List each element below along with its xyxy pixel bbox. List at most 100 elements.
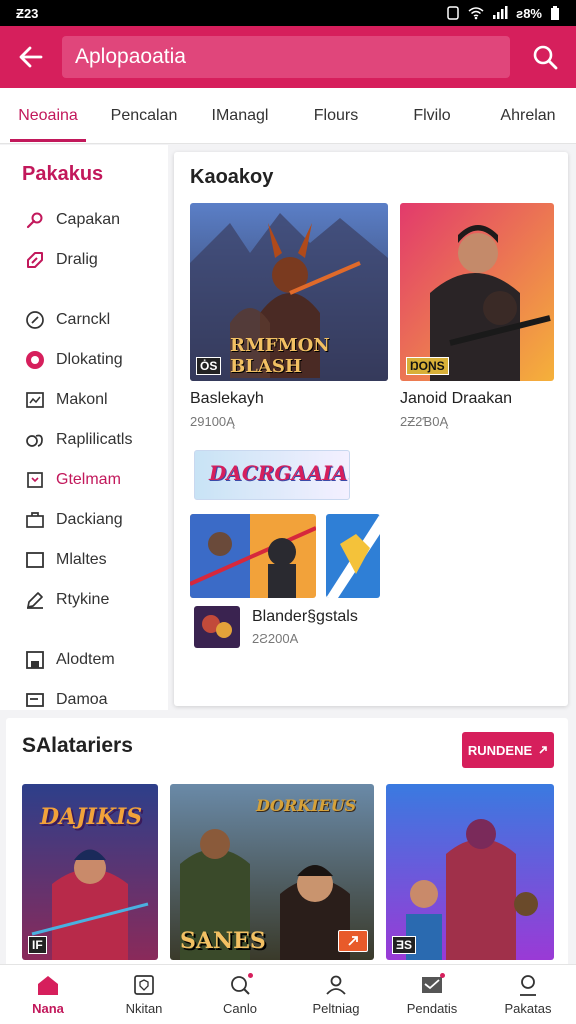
section-tile-2[interactable]: DORKIEUS SANES	[170, 784, 374, 960]
signal-icon	[492, 6, 508, 19]
small-item-art	[194, 606, 240, 648]
game-tile-1[interactable]: RMFMON BLASH ȮS	[190, 203, 388, 381]
link-icon	[24, 429, 46, 451]
square-icon	[24, 549, 46, 571]
nav-item-2[interactable]: Canlo	[192, 965, 288, 1024]
sidebar-item-4[interactable]: Makonl	[0, 380, 168, 420]
section-badge-3: ƎS	[392, 936, 417, 954]
card-icon	[24, 689, 46, 711]
save-icon	[24, 649, 46, 671]
small-item-thumb[interactable]	[194, 606, 240, 648]
nav-item-5[interactable]: Pakatas	[480, 965, 576, 1024]
record-icon	[24, 349, 46, 371]
game-art-3	[190, 514, 316, 598]
nav-label: Peltniag	[312, 1001, 360, 1016]
small-item-name: Blander§ɡstals	[252, 608, 358, 625]
nav-item-1[interactable]: Nkitan	[96, 965, 192, 1024]
game-tile-3[interactable]	[190, 514, 316, 598]
nav-item-home[interactable]: Nana	[0, 965, 96, 1024]
tab-2[interactable]: IManagl	[192, 88, 288, 144]
sidebar-item-label: Rtykine	[56, 591, 110, 608]
section-art-text-2: SANES	[180, 928, 266, 954]
tab-bar: Neoaina Pencalan IManagl Flours Flvilo A…	[0, 88, 576, 144]
sidebar-item-label: Raplilicatls	[56, 431, 133, 448]
sidebar-item-label: Alodtem	[56, 651, 115, 668]
section-logo-text-2: DORKIEUS	[256, 796, 357, 815]
nav-label: Pakatas	[504, 1001, 552, 1016]
wifi-icon	[468, 7, 484, 20]
search-icon	[533, 45, 558, 70]
sidebar-item-label: Carnckl	[56, 311, 111, 328]
nav-label: Pendatis	[406, 1001, 458, 1016]
game-name-2: Janoid Draakan	[400, 390, 513, 407]
sidebar-item-7[interactable]: Dackiang	[0, 500, 168, 540]
sidebar: Pakakus Capakan Dralig Carnckl Dlokating…	[0, 145, 168, 710]
sidebar-heading: Pakakus	[22, 163, 104, 185]
section-action-label: RUNDENE	[467, 742, 533, 758]
promo-banner[interactable]: DACRGAAIA!	[194, 450, 350, 500]
back-button[interactable]	[0, 26, 62, 88]
game-tile-2[interactable]: ŊOƝS	[400, 203, 554, 381]
tab-3[interactable]: Flours	[288, 88, 384, 144]
small-item-count: 2Ƨ200A	[252, 631, 299, 646]
share-icon[interactable]	[338, 930, 368, 952]
sidebar-item-10[interactable]: Alodtem	[0, 640, 168, 680]
promo-banner-text: DACRGAAIA!	[209, 461, 350, 485]
status-time: Ƶ23	[16, 5, 39, 21]
nav-label: Nkitan	[125, 1001, 163, 1016]
sidebar-item-label: Dlokating	[56, 351, 123, 368]
section-tile-1[interactable]: DAJIKIS IF	[22, 784, 158, 960]
sidebar-item-label: Dackiang	[56, 511, 123, 528]
tab-1[interactable]: Pencalan	[96, 88, 192, 144]
game-count-2: 2Ƶ2Ɓ0Ą	[400, 414, 449, 429]
pin-icon	[24, 209, 46, 231]
game-art-text-1: RMFMON BLASH	[230, 335, 330, 377]
sidebar-item-label: Makonl	[56, 391, 108, 408]
home-icon	[35, 973, 61, 997]
sidebar-item-1[interactable]: Dralig	[0, 240, 168, 280]
battery-text: ƨ8%	[515, 5, 542, 21]
app-title-field[interactable]: Aplopaoatia	[62, 36, 510, 78]
sidebar-item-3[interactable]: Dlokating	[0, 340, 168, 380]
briefcase-icon	[24, 509, 46, 531]
sidebar-item-8[interactable]: Mlaltes	[0, 540, 168, 580]
sidebar-item-0[interactable]: Capakan	[0, 200, 168, 240]
nav-label: Canlo	[223, 1001, 257, 1016]
tab-4[interactable]: Flvilo	[384, 88, 480, 144]
tab-5[interactable]: Ahrelan	[480, 88, 576, 144]
game-art-2	[400, 203, 554, 381]
bottom-nav: Nana Nkitan Canlo Peltniag Pendatis Paka…	[0, 964, 576, 1024]
sidebar-item-label: Damoa	[56, 691, 108, 708]
sidebar-item-label: Capakan	[56, 211, 121, 228]
game-tile-4[interactable]	[326, 514, 380, 598]
search-icon	[227, 973, 253, 997]
section-tile-3[interactable]: ƎS	[386, 784, 554, 960]
card-title: Kaoakoy	[190, 166, 274, 188]
section-action-button[interactable]: RUNDENE	[462, 732, 554, 768]
compass-icon	[24, 309, 46, 331]
sidebar-item-label: Dralig	[56, 251, 98, 268]
section-badge-1: IF	[28, 936, 47, 954]
nav-item-3[interactable]: Peltniag	[288, 965, 384, 1024]
sidebar-item-9[interactable]: Rtykine	[0, 580, 168, 620]
sidebar-item-11[interactable]: Damoa	[0, 680, 168, 720]
section-panel: SAlatariers RUNDENE DAJIKIS IF DORKIEUS …	[6, 718, 568, 968]
sidebar-item-5[interactable]: Raplilicatls	[0, 420, 168, 460]
mail-icon	[419, 973, 445, 997]
battery-icon	[551, 5, 559, 20]
game-badge-2: ŊOƝS	[406, 357, 449, 375]
game-count-1: 29100Ą	[190, 414, 235, 429]
profile-icon	[515, 973, 541, 997]
app-bar: Aplopaoatia	[0, 26, 576, 88]
sidebar-item-label: Gtelmam	[56, 471, 121, 488]
shield-icon	[131, 973, 157, 997]
search-button[interactable]	[524, 36, 566, 78]
arrow-icon	[539, 746, 547, 754]
user-icon	[323, 973, 349, 997]
sidebar-item-6[interactable]: Gtelmam	[0, 460, 168, 500]
nav-label: Nana	[32, 1001, 64, 1016]
sidebar-item-2[interactable]: Carnckl	[0, 300, 168, 340]
nav-item-4[interactable]: Pendatis	[384, 965, 480, 1024]
tab-0[interactable]: Neoaina	[0, 88, 96, 144]
game-art-4	[326, 514, 380, 598]
